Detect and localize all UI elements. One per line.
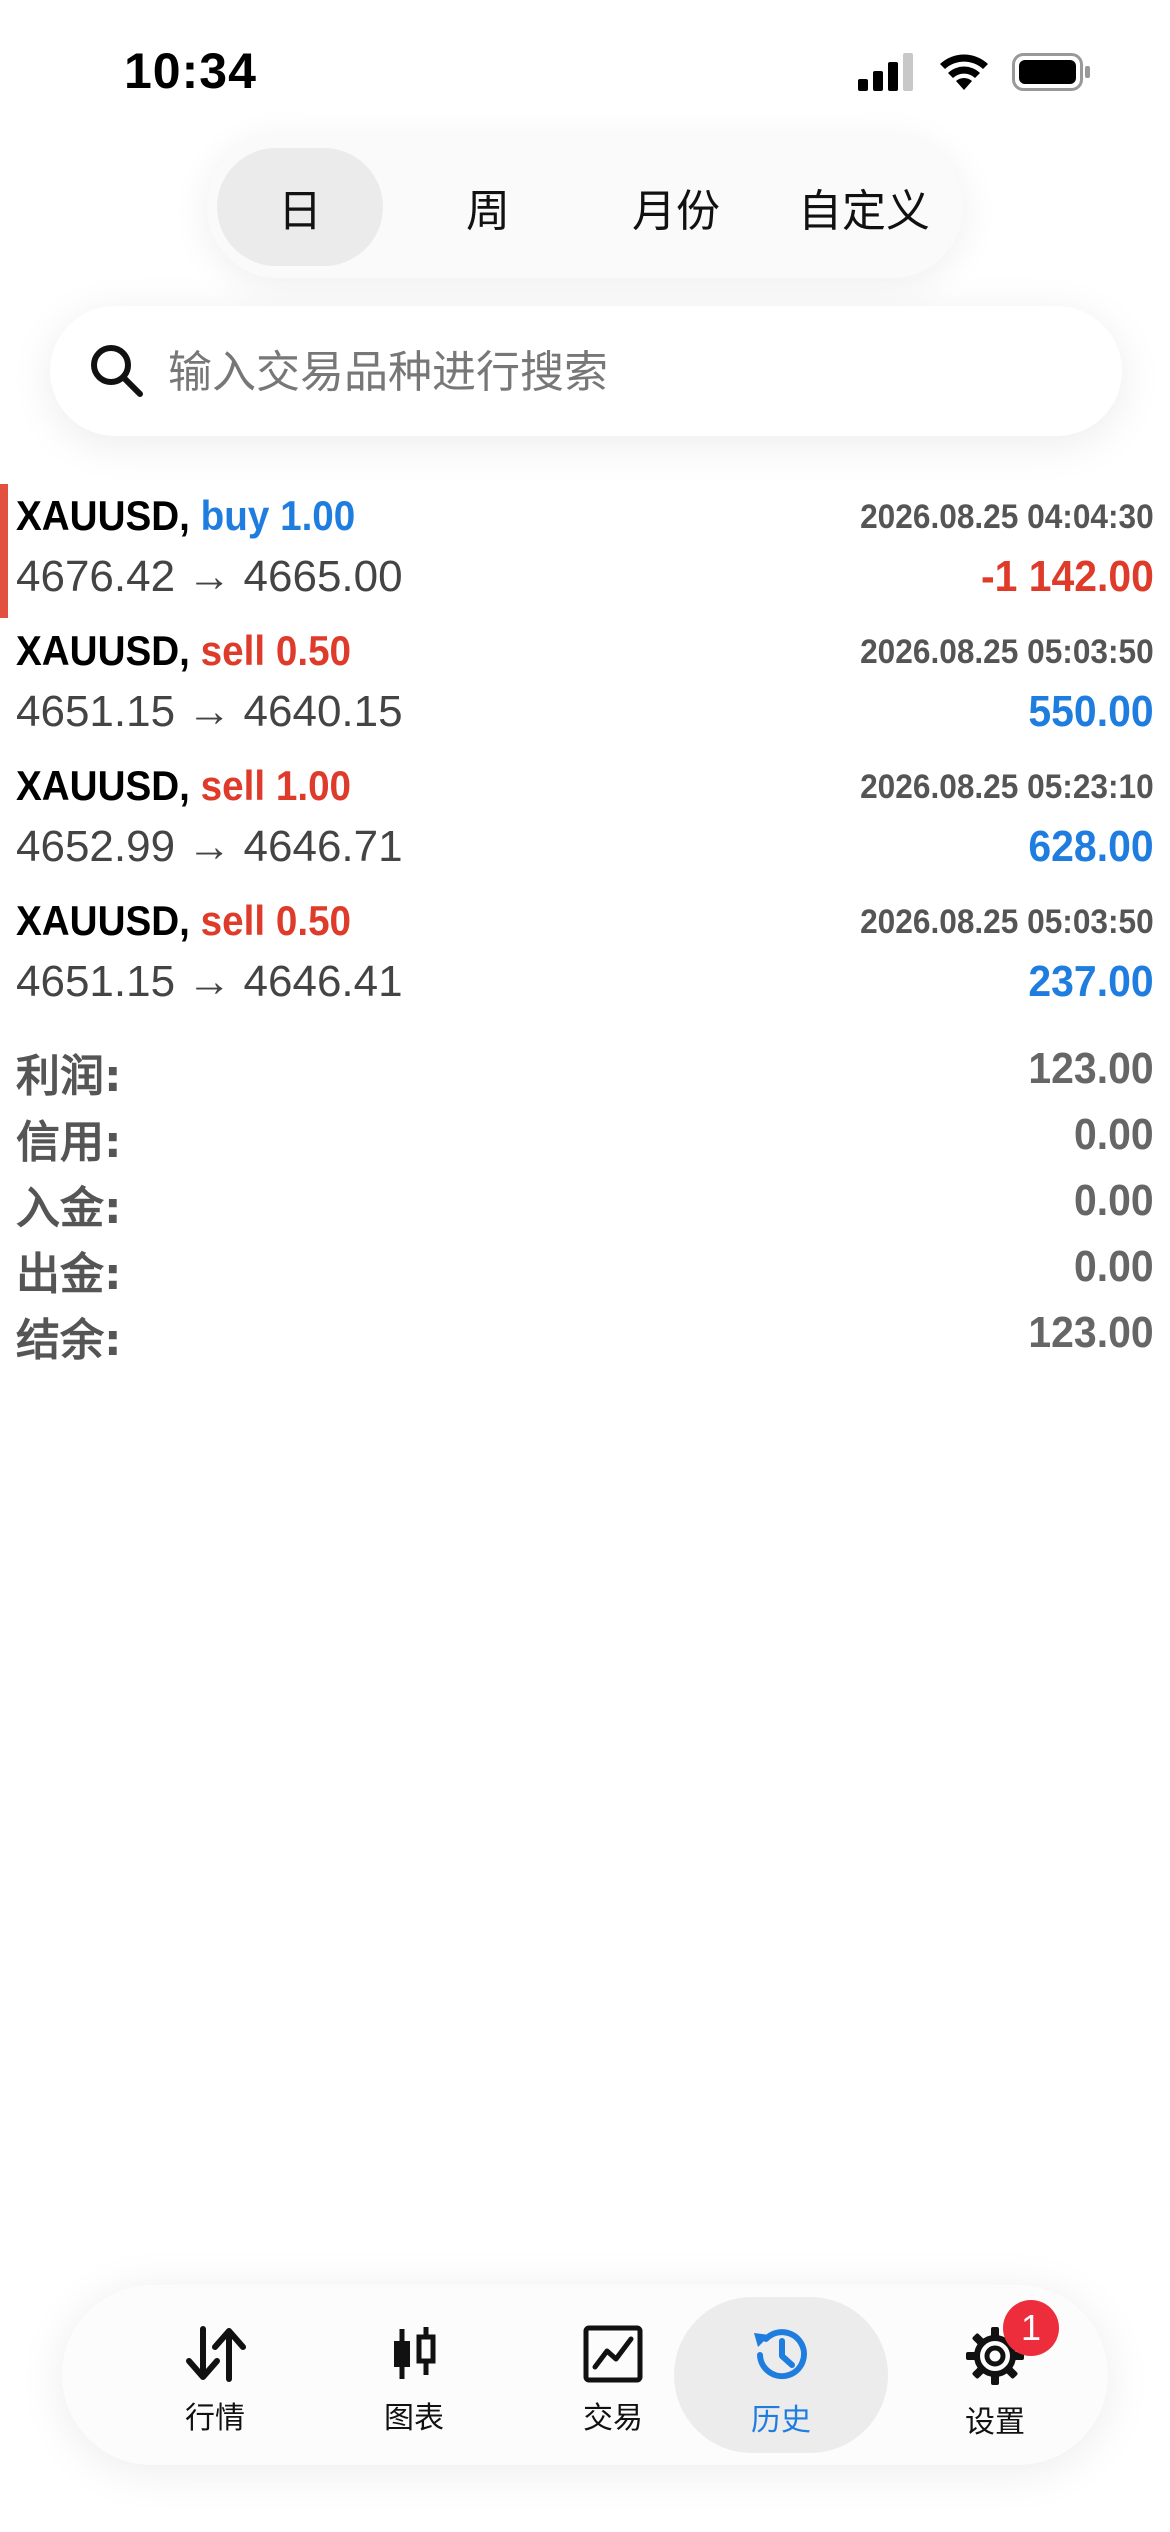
- summary-value: 0.00: [1074, 1110, 1154, 1159]
- trade-prices: 4652.99 → 4646.71: [16, 822, 403, 872]
- notification-badge: 1: [1003, 2300, 1059, 2356]
- nav-label: 设置: [965, 2405, 1025, 2440]
- trade-side: sell: [200, 897, 266, 944]
- trade-time: 2026.08.25 05:03:50: [860, 903, 1154, 941]
- trade-volume: 1.00: [275, 762, 352, 809]
- summary-value: 0.00: [1074, 1242, 1154, 1291]
- arrow: →: [187, 822, 232, 871]
- search-icon: [91, 345, 143, 397]
- wifi-icon: [940, 54, 988, 90]
- summary-label: 信用:: [16, 1117, 122, 1168]
- battery-icon: [1012, 53, 1090, 91]
- trade-row[interactable]: XAUUSD, sell 0.50 2026.08.25 05:03:50 46…: [0, 889, 1170, 1023]
- summary-withdrawal: 出金: 0.00: [0, 1238, 1170, 1300]
- arrow: →: [187, 687, 232, 736]
- tab-week[interactable]: 周: [405, 148, 571, 266]
- arrow: →: [187, 552, 232, 601]
- open-price: 4651.15: [16, 687, 176, 736]
- arrows-up-down-icon: [186, 2326, 246, 2382]
- trade-volume: 0.50: [275, 627, 352, 674]
- trade-symbol: XAUUSD,: [16, 762, 190, 809]
- trade-prices: 4651.15 → 4640.15: [16, 687, 403, 737]
- summary-deposit: 入金: 0.00: [0, 1172, 1170, 1234]
- trade-time: 2026.08.25 04:04:30: [860, 498, 1154, 536]
- trade-profit: 237.00: [1028, 957, 1154, 1006]
- open-price: 4676.42: [16, 552, 176, 601]
- trade-time: 2026.08.25 05:23:10: [860, 768, 1154, 806]
- nav-settings[interactable]: 设置: [888, 2297, 1102, 2453]
- selected-indicator: [0, 484, 8, 618]
- close-price: 4640.15: [243, 687, 403, 736]
- nav-history[interactable]: 历史: [674, 2297, 888, 2453]
- tab-custom[interactable]: 自定义: [781, 148, 947, 266]
- trade-time: 2026.08.25 05:03:50: [860, 633, 1154, 671]
- summary-label: 结余:: [16, 1315, 122, 1366]
- summary-credit: 信用: 0.00: [0, 1106, 1170, 1168]
- trade-title: XAUUSD, sell 0.50: [16, 627, 351, 675]
- trade-symbol: XAUUSD,: [16, 897, 190, 944]
- trade-symbol: XAUUSD,: [16, 627, 190, 674]
- summary-label: 入金:: [16, 1183, 122, 1234]
- trade-profit: -1 142.00: [981, 552, 1154, 601]
- search-input[interactable]: [166, 331, 1070, 413]
- nav-label: 交易: [583, 2401, 643, 2436]
- summary-balance: 结余: 123.00: [0, 1304, 1170, 1366]
- trade-profit: 550.00: [1028, 687, 1154, 736]
- summary-value: 0.00: [1074, 1176, 1154, 1225]
- signal-icon: [858, 53, 913, 91]
- status-time: 10:34: [124, 43, 257, 99]
- trade-chart-icon: [583, 2325, 643, 2383]
- nav-label: 历史: [751, 2403, 811, 2438]
- trade-row[interactable]: XAUUSD, buy 1.00 2026.08.25 04:04:30 467…: [0, 484, 1170, 618]
- summary-label: 出金:: [16, 1249, 122, 1300]
- summary-value: 123.00: [1028, 1044, 1154, 1093]
- arrow: →: [187, 957, 232, 1006]
- open-price: 4651.15: [16, 957, 176, 1006]
- close-price: 4646.41: [243, 957, 403, 1006]
- nav-quotes[interactable]: 行情: [108, 2297, 322, 2453]
- candlestick-icon: [394, 2327, 436, 2379]
- trade-profit: 628.00: [1028, 822, 1154, 871]
- trade-prices: 4651.15 → 4646.41: [16, 957, 403, 1007]
- period-selector: 日 周 月份 自定义: [207, 136, 963, 278]
- trade-row[interactable]: XAUUSD, sell 0.50 2026.08.25 05:03:50 46…: [0, 619, 1170, 753]
- nav-label: 图表: [384, 2401, 444, 2436]
- bottom-nav: 行情 图表 交易 历史 设置: [62, 2285, 1108, 2465]
- search-bar[interactable]: [50, 306, 1122, 436]
- trade-side: sell: [200, 762, 266, 809]
- nav-chart[interactable]: 图表: [307, 2297, 521, 2453]
- trade-volume: 1.00: [280, 492, 356, 539]
- summary-value: 123.00: [1028, 1308, 1154, 1357]
- close-price: 4665.00: [243, 552, 403, 601]
- trade-title: XAUUSD, sell 0.50: [16, 897, 351, 945]
- nav-label: 行情: [185, 2401, 245, 2436]
- summary-profit: 利润: 123.00: [0, 1040, 1170, 1102]
- trade-prices: 4676.42 → 4665.00: [16, 552, 403, 602]
- status-icons: [858, 52, 1092, 92]
- trade-volume: 0.50: [275, 897, 352, 944]
- open-price: 4652.99: [16, 822, 176, 871]
- tab-month[interactable]: 月份: [593, 148, 759, 266]
- trade-title: XAUUSD, buy 1.00: [16, 492, 355, 540]
- trade-side: buy: [200, 492, 270, 539]
- history-clock-icon: [754, 2329, 807, 2380]
- trade-title: XAUUSD, sell 1.00: [16, 762, 351, 810]
- summary-label: 利润:: [16, 1051, 122, 1102]
- trade-side: sell: [200, 627, 266, 674]
- close-price: 4646.71: [243, 822, 403, 871]
- trade-symbol: XAUUSD,: [16, 492, 190, 539]
- tab-day[interactable]: 日: [217, 148, 383, 266]
- trade-row[interactable]: XAUUSD, sell 1.00 2026.08.25 05:23:10 46…: [0, 754, 1170, 888]
